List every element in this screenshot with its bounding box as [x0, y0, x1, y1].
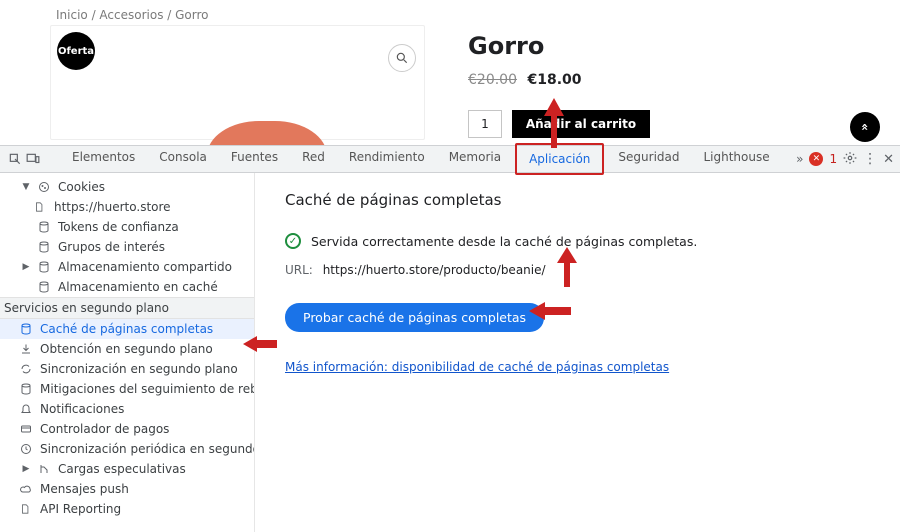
error-badge[interactable]: ✕ [809, 152, 823, 166]
sidebar-item-periodic-sync[interactable]: Sincronización periódica en segundo [0, 439, 254, 459]
database-icon [20, 383, 34, 395]
product-page: Inicio / Accesorios / Gorro ¡Oferta! Gor… [0, 0, 900, 145]
chevron-right-icon: ▶ [20, 262, 32, 272]
sidebar-item-interest-groups[interactable]: Grupos de interés [0, 237, 254, 257]
sidebar-item-payment-handler[interactable]: Controlador de pagos [0, 419, 254, 439]
sidebar-item-bfcache[interactable]: Caché de páginas completas [0, 319, 254, 339]
quantity-stepper[interactable]: 1 [468, 110, 502, 138]
sidebar-item-push-messaging[interactable]: Mensajes push [0, 479, 254, 499]
test-bfcache-button[interactable]: Probar caché de páginas completas [285, 303, 544, 332]
sale-badge: ¡Oferta! [57, 32, 95, 70]
bfcache-learn-more: Más información: disponibilidad de caché… [285, 360, 900, 374]
sidebar-item-shared-storage[interactable]: ▶ Almacenamiento compartido [0, 257, 254, 277]
product-image: ¡Oferta! [50, 25, 425, 140]
tabs-overflow-icon[interactable]: » [796, 152, 803, 166]
bfcache-panel: Caché de páginas completas ✓ Servida cor… [255, 173, 900, 532]
add-to-cart-button[interactable]: Añadir al carrito [512, 110, 650, 138]
sidebar-item-bg-fetch[interactable]: Obtención en segundo plano [0, 339, 254, 359]
tab-performance[interactable]: Rendimiento [337, 143, 437, 171]
application-sidebar: ▼ Cookies https://huerto.store Tokens de… [0, 173, 255, 532]
device-toggle-icon[interactable] [24, 152, 42, 166]
devtools-body: ▼ Cookies https://huerto.store Tokens de… [0, 173, 900, 532]
download-icon [20, 343, 34, 355]
devtools-tabs: Elementos Consola Fuentes Red Rendimient… [60, 143, 796, 175]
chevron-right-icon: ▶ [20, 464, 32, 474]
close-icon[interactable]: ✕ [883, 152, 894, 167]
database-icon [38, 261, 52, 273]
sidebar-header-background-services: Servicios en segundo plano [0, 297, 254, 319]
tab-console[interactable]: Consola [147, 143, 219, 171]
sidebar-item-bg-sync[interactable]: Sincronización en segundo plano [0, 359, 254, 379]
tab-security[interactable]: Seguridad [606, 143, 691, 171]
tab-memory[interactable]: Memoria [437, 143, 513, 171]
sidebar-item-cookies[interactable]: ▼ Cookies [0, 177, 254, 197]
credit-card-icon [20, 423, 34, 435]
tab-lighthouse[interactable]: Lighthouse [691, 143, 781, 171]
url-label: URL: [285, 263, 313, 277]
database-icon [38, 281, 52, 293]
tab-elements[interactable]: Elementos [60, 143, 147, 171]
bfcache-status: ✓ Servida correctamente desde la caché d… [285, 233, 900, 249]
product-title: Gorro [468, 32, 650, 60]
sync-icon [20, 363, 34, 375]
sidebar-item-notifications[interactable]: Notificaciones [0, 399, 254, 419]
zoom-icon[interactable] [388, 44, 416, 72]
bell-icon [20, 403, 34, 415]
clock-icon [20, 443, 34, 455]
bfcache-url: URL: https://huerto.store/producto/beani… [285, 263, 900, 277]
inspect-icon[interactable] [6, 152, 24, 166]
sidebar-item-bounce-tracking[interactable]: Mitigaciones del seguimiento de rebo [0, 379, 254, 399]
database-icon [20, 323, 34, 335]
file-icon [34, 201, 48, 213]
check-circle-icon: ✓ [285, 233, 301, 249]
chevron-down-icon: ▼ [20, 182, 32, 192]
panel-title: Caché de páginas completas [285, 191, 900, 209]
scroll-top-button[interactable]: « [850, 112, 880, 142]
breadcrumb[interactable]: Inicio / Accesorios / Gorro [56, 0, 844, 22]
sidebar-item-speculative-loads[interactable]: ▶ Cargas especulativas [0, 459, 254, 479]
product-price: €20.00 €18.00 [468, 72, 650, 88]
sidebar-item-api-reporting[interactable]: API Reporting [0, 499, 254, 519]
branch-icon [38, 463, 52, 475]
kebab-icon[interactable]: ⋮ [863, 151, 877, 167]
gear-icon[interactable] [843, 151, 857, 168]
tab-network[interactable]: Red [290, 143, 337, 171]
tab-sources[interactable]: Fuentes [219, 143, 290, 171]
learn-more-link[interactable]: Más información: disponibilidad de caché… [285, 360, 669, 374]
tab-application[interactable]: Aplicación [517, 145, 602, 173]
database-icon [38, 221, 52, 233]
devtools-tabbar: Elementos Consola Fuentes Red Rendimient… [0, 145, 900, 173]
cookie-icon [38, 181, 52, 193]
sidebar-item-cookies-url[interactable]: https://huerto.store [0, 197, 254, 217]
product-info: Gorro €20.00 €18.00 1 Añadir al carrito [468, 32, 650, 138]
url-value: https://huerto.store/producto/beanie/ [323, 263, 546, 277]
sidebar-item-trust-tokens[interactable]: Tokens de confianza [0, 217, 254, 237]
cloud-icon [20, 483, 34, 495]
error-count: 1 [829, 152, 837, 166]
sidebar-item-cache-storage[interactable]: Almacenamiento en caché [0, 277, 254, 297]
file-icon [20, 503, 34, 515]
database-icon [38, 241, 52, 253]
